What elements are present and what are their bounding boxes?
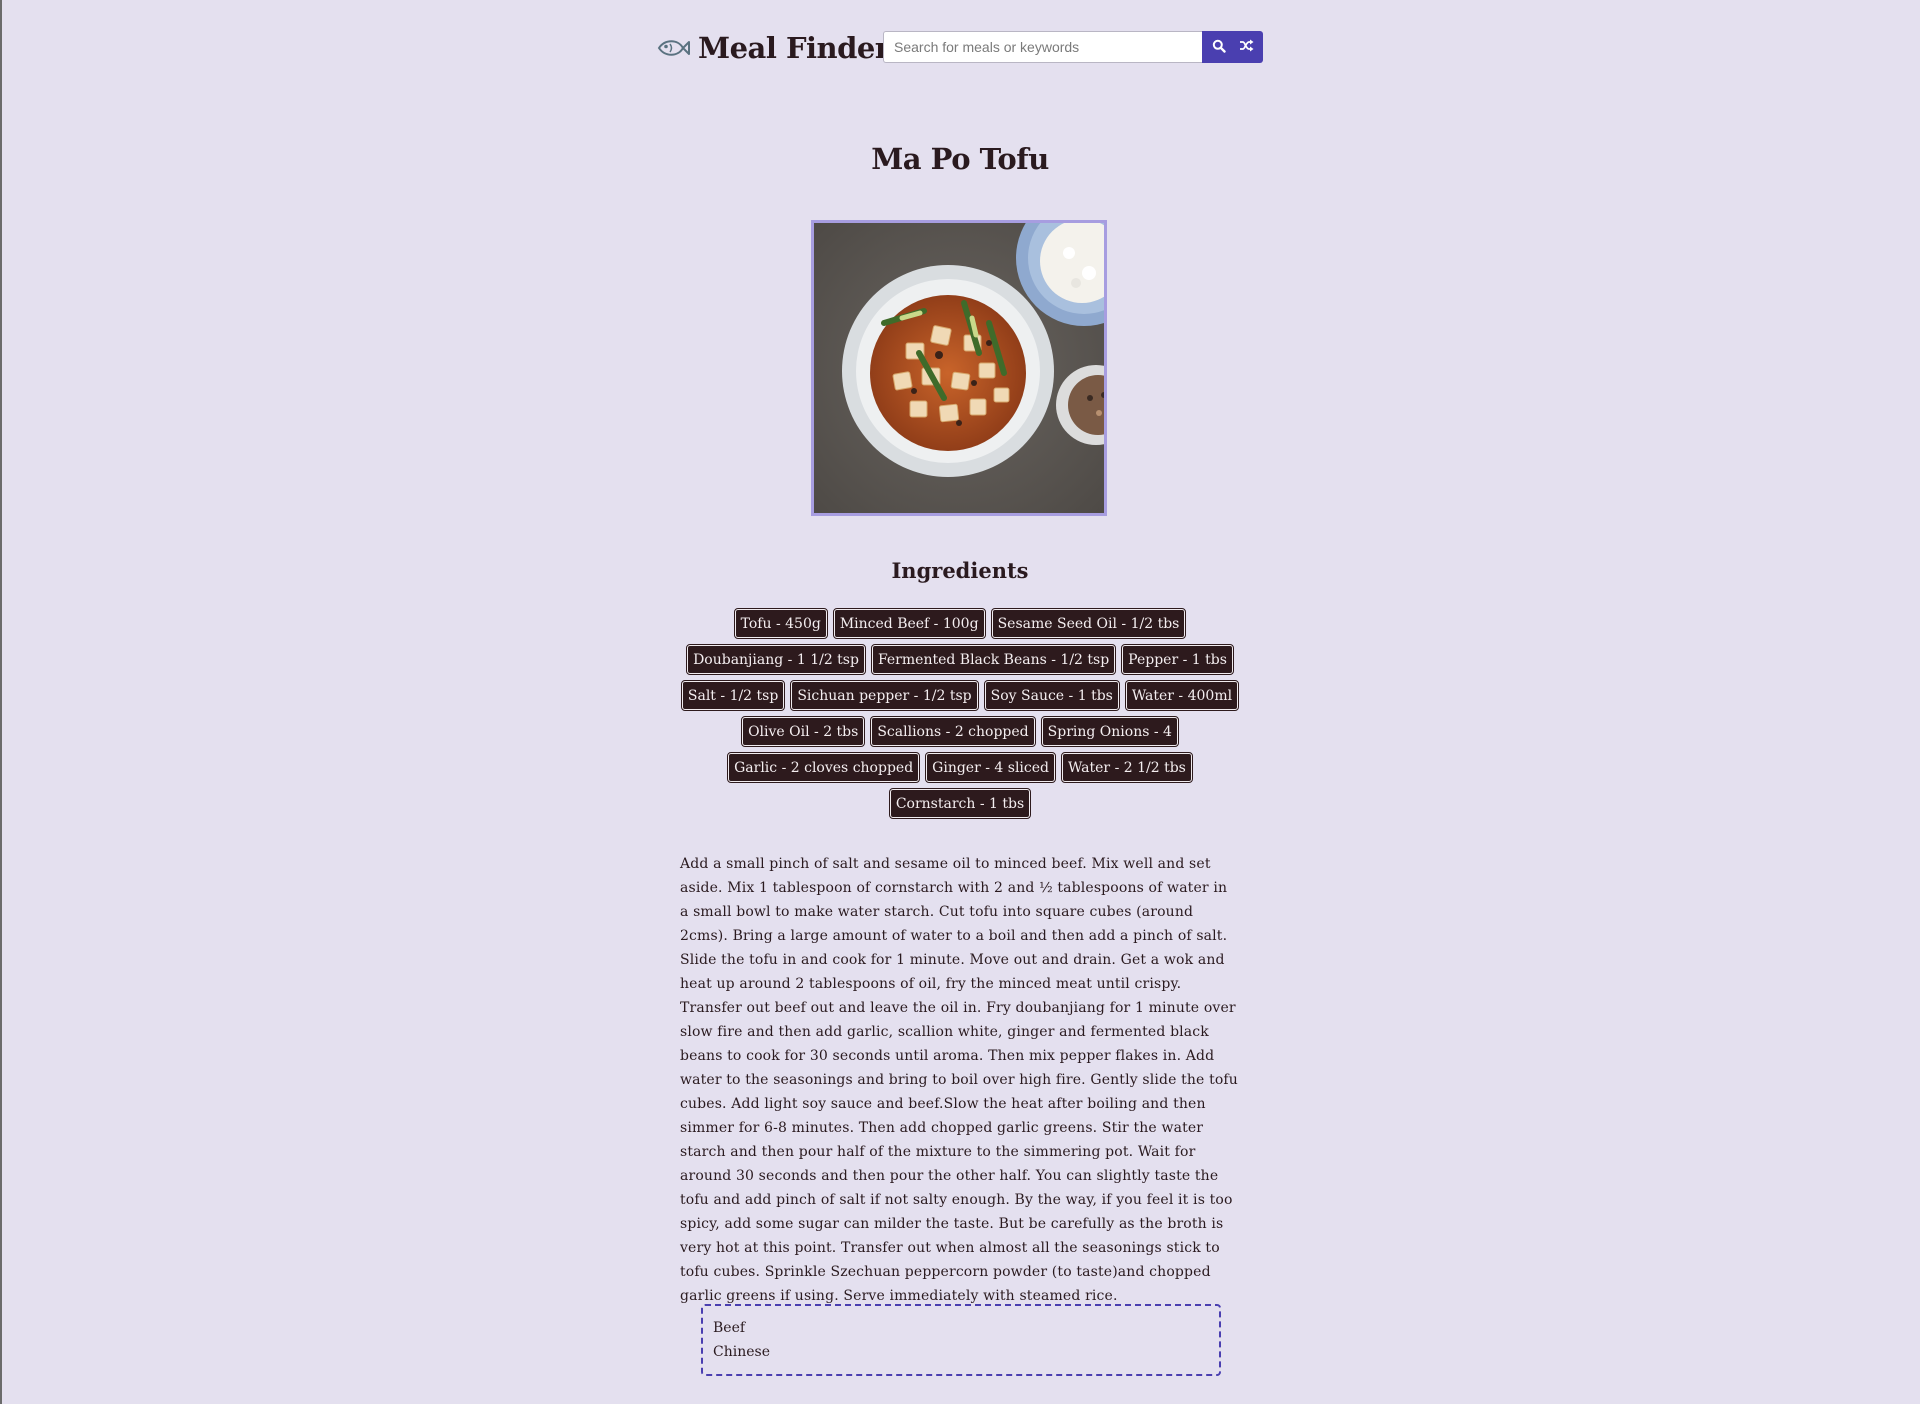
ingredient-tag: Cornstarch - 1 tbs <box>888 788 1032 819</box>
ingredients-list: Tofu - 450g Minced Beef - 100g Sesame Se… <box>676 608 1244 819</box>
header: Meal Finder <box>0 30 1920 66</box>
ingredient-tag: Sesame Seed Oil - 1/2 tbs <box>990 608 1187 639</box>
search-form <box>883 31 1236 63</box>
ingredient-tag: Tofu - 450g <box>733 608 828 639</box>
ingredient-tag: Water - 400ml <box>1124 680 1240 711</box>
ingredient-tag: Pepper - 1 tbs <box>1121 644 1234 675</box>
ingredient-tag: Minced Beef - 100g <box>832 608 986 639</box>
ingredient-tag: Spring Onions - 4 <box>1040 716 1179 747</box>
random-meal-button[interactable] <box>1229 31 1263 63</box>
ingredient-tag: Soy Sauce - 1 tbs <box>983 680 1120 711</box>
search-input[interactable] <box>883 31 1202 63</box>
meal-title: Ma Po Tofu <box>871 142 1049 176</box>
meal-instructions: Add a small pinch of salt and sesame oil… <box>680 856 1238 1304</box>
ingredient-tag: Sichuan pepper - 1/2 tsp <box>790 680 979 711</box>
shuffle-icon <box>1239 39 1254 55</box>
ingredient-tag: Fermented Black Beans - 1/2 tsp <box>870 644 1117 675</box>
ingredient-tag: Salt - 1/2 tsp <box>680 680 786 711</box>
ingredient-tag: Doubanjiang - 1 1/2 tsp <box>686 644 866 675</box>
ingredients-heading: Ingredients <box>891 558 1029 583</box>
logo: Meal Finder <box>656 30 890 66</box>
ingredient-tag: Scallions - 2 chopped <box>870 716 1036 747</box>
ingredient-tag: Water - 2 1/2 tbs <box>1061 752 1193 783</box>
fish-icon <box>656 37 690 59</box>
search-icon <box>1212 39 1226 56</box>
meal-image <box>811 220 1107 516</box>
window-edge <box>0 0 2 1404</box>
meal-category-box: Beef Chinese <box>701 1304 1221 1376</box>
ingredient-tag: Ginger - 4 sliced <box>925 752 1056 783</box>
ingredient-tag: Olive Oil - 2 tbs <box>741 716 866 747</box>
meal-category: Beef <box>713 1320 746 1336</box>
meal-area: Chinese <box>713 1344 770 1360</box>
ingredient-tag: Garlic - 2 cloves chopped <box>727 752 921 783</box>
app-title: Meal Finder <box>698 31 890 65</box>
